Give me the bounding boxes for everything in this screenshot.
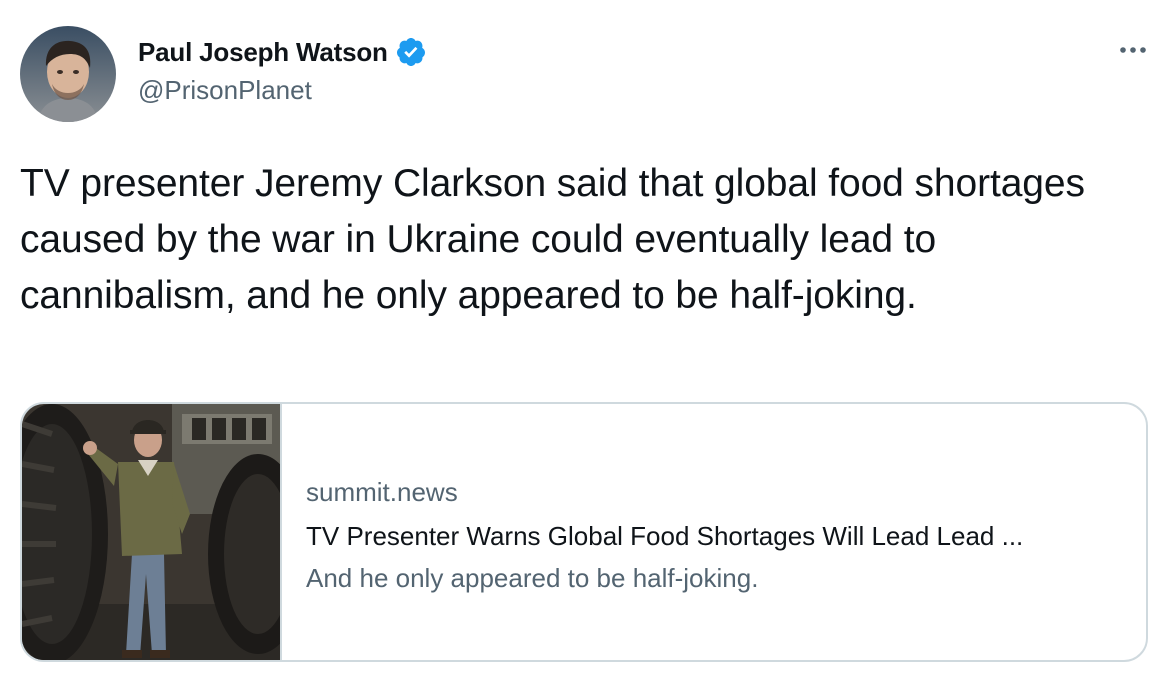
avatar-photo xyxy=(20,26,116,122)
link-card-description: And he only appeared to be half-joking. xyxy=(306,563,759,593)
link-card-body: summit.news TV Presenter Warns Global Fo… xyxy=(282,404,1146,660)
tweet: Paul Joseph Watson @PrisonPlanet TV pres… xyxy=(0,0,1172,682)
link-card-image xyxy=(22,404,282,660)
author-display-name[interactable]: Paul Joseph Watson xyxy=(138,37,388,68)
more-options-icon[interactable] xyxy=(1116,38,1150,62)
link-card-domain: summit.news xyxy=(306,477,458,507)
link-card[interactable]: summit.news TV Presenter Warns Global Fo… xyxy=(20,402,1148,662)
verified-badge-icon xyxy=(395,36,427,68)
tweet-text: TV presenter Jeremy Clarkson said that g… xyxy=(20,162,1085,317)
author-handle[interactable]: @PrisonPlanet xyxy=(138,75,427,106)
name-row: Paul Joseph Watson xyxy=(138,35,427,69)
author-avatar[interactable] xyxy=(20,26,116,122)
link-card-title: TV Presenter Warns Global Food Shortages… xyxy=(306,521,1024,551)
article-thumbnail-photo xyxy=(22,404,280,660)
author-info: Paul Joseph Watson @PrisonPlanet xyxy=(138,35,427,106)
